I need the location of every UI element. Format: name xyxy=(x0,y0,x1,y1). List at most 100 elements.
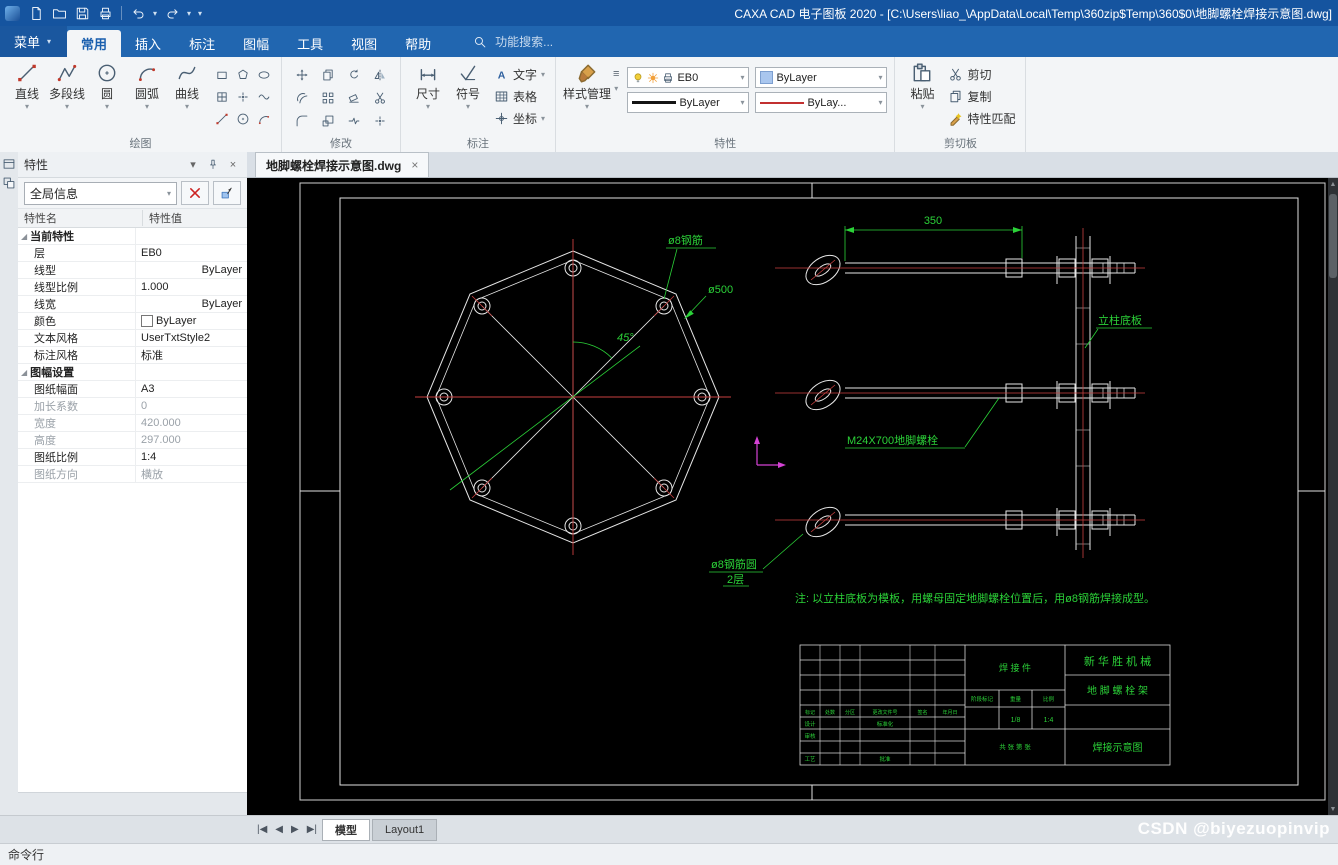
redo-button[interactable] xyxy=(162,3,182,23)
properties-panel-tab-icon[interactable] xyxy=(2,157,16,171)
save-button[interactable] xyxy=(72,3,92,23)
linetype-dropdown[interactable]: ByLayer ▾ xyxy=(627,92,750,113)
command-line-bar[interactable]: 命令行 xyxy=(0,843,1338,865)
construction-line-tool-button[interactable] xyxy=(211,108,232,130)
property-row[interactable]: 图纸幅面 A3 xyxy=(18,381,247,398)
expand-icon[interactable]: ◢ xyxy=(21,232,27,241)
layers-panel-tab-icon[interactable] xyxy=(2,176,16,190)
property-row[interactable]: 宽度 420.000 xyxy=(18,415,247,432)
expand-icon[interactable]: ◢ xyxy=(21,368,27,377)
prev-sheet-button[interactable]: ◀ xyxy=(272,824,286,835)
point-tool-button[interactable] xyxy=(232,86,253,108)
property-row[interactable]: 颜色 ByLayer xyxy=(18,313,247,330)
vertical-scrollbar[interactable]: ▲ ▼ xyxy=(1328,178,1338,815)
options-dropdown-icon[interactable]: ▾ xyxy=(614,85,618,93)
scroll-down-icon[interactable]: ▼ xyxy=(1328,803,1338,815)
search-input[interactable] xyxy=(493,33,618,50)
dimension-tool-button[interactable]: 尺寸 ▾ xyxy=(408,60,448,111)
property-row[interactable]: ◢ 当前特性 xyxy=(18,228,247,245)
list-icon[interactable]: ≡ xyxy=(613,68,619,80)
arc-tool-button[interactable]: 圆弧 ▾ xyxy=(127,60,167,111)
mirror-tool-button[interactable] xyxy=(367,63,393,86)
document-tab[interactable]: 地脚螺栓焊接示意图.dwg × xyxy=(255,152,430,177)
tab-insert[interactable]: 插入 xyxy=(121,30,175,57)
new-document-button[interactable] xyxy=(26,3,46,23)
erase-tool-button[interactable] xyxy=(341,86,367,109)
break-tool-button[interactable] xyxy=(341,109,367,132)
wave-curve-tool-button[interactable] xyxy=(253,86,274,108)
match-properties-button[interactable]: 特性匹配 xyxy=(945,108,1018,128)
pick-objects-button[interactable] xyxy=(213,181,241,205)
layout1-tab[interactable]: Layout1 xyxy=(372,818,438,841)
spline-tool-button[interactable]: 曲线 ▾ xyxy=(167,60,207,111)
style-manager-button[interactable]: 样式管理 ▾ xyxy=(563,60,611,111)
color-dropdown[interactable]: ByLayer ▾ xyxy=(755,67,888,88)
print-button[interactable] xyxy=(95,3,115,23)
cad-drawing[interactable]: ø8钢筋 ø500 45° 350 立柱底板 M24X700地脚螺栓 ø8钢筋圆… xyxy=(247,178,1328,815)
last-sheet-button[interactable]: ▶| xyxy=(304,824,320,835)
circle-tool-button[interactable]: 圆 ▾ xyxy=(87,60,127,111)
tab-sheet[interactable]: 图幅 xyxy=(229,30,283,57)
layer-dropdown[interactable]: EB0 ▾ xyxy=(627,67,750,88)
ellipse-tool-button[interactable] xyxy=(253,64,274,86)
trim-tool-button[interactable] xyxy=(367,86,393,109)
tab-view[interactable]: 视图 xyxy=(337,30,391,57)
small-arc-tool-button[interactable] xyxy=(253,108,274,130)
copy-tool-button[interactable] xyxy=(315,63,341,86)
table-tool-button[interactable]: 表格 xyxy=(491,86,548,106)
property-row[interactable]: 高度 297.000 xyxy=(18,432,247,449)
undo-button[interactable] xyxy=(128,3,148,23)
polyline-tool-button[interactable]: 多段线 ▾ xyxy=(47,60,87,111)
scroll-up-icon[interactable]: ▲ xyxy=(1328,178,1338,190)
property-row[interactable]: 图纸比例 1:4 xyxy=(18,449,247,466)
polygon-tool-button[interactable] xyxy=(232,64,253,86)
property-row[interactable]: 图纸方向 横放 xyxy=(18,466,247,483)
rectangle-tool-button[interactable] xyxy=(211,64,232,86)
customize-toolbar-icon[interactable]: ▾ xyxy=(196,9,204,18)
property-row[interactable]: ◢ 图幅设置 xyxy=(18,364,247,381)
hatch-tool-button[interactable] xyxy=(211,86,232,108)
open-document-button[interactable] xyxy=(49,3,69,23)
property-row[interactable]: 标注风格 标准 xyxy=(18,347,247,364)
redo-dropdown-icon[interactable]: ▾ xyxy=(185,9,193,18)
small-circle-tool-button[interactable] xyxy=(232,108,253,130)
cut-button[interactable]: 剪切 xyxy=(945,64,1018,84)
scale-tool-button[interactable] xyxy=(315,109,341,132)
scrollbar-thumb[interactable] xyxy=(1329,194,1337,278)
pin-icon[interactable] xyxy=(205,157,221,173)
first-sheet-button[interactable]: |◀ xyxy=(254,824,270,835)
property-row[interactable]: 线型比例 1.000 xyxy=(18,279,247,296)
main-menu-button[interactable]: 菜单 ▾ xyxy=(0,26,68,57)
rotate-tool-button[interactable] xyxy=(341,63,367,86)
model-tab[interactable]: 模型 xyxy=(322,818,370,841)
array-tool-button[interactable] xyxy=(315,86,341,109)
line-tool-button[interactable]: 直线 ▾ xyxy=(7,60,47,111)
next-sheet-button[interactable]: ▶ xyxy=(288,824,302,835)
property-row[interactable]: 加长系数 0 xyxy=(18,398,247,415)
paste-button[interactable]: 粘贴 ▾ xyxy=(902,60,942,111)
clear-selection-button[interactable] xyxy=(181,181,209,205)
move-tool-button[interactable] xyxy=(289,63,315,86)
tab-tools[interactable]: 工具 xyxy=(283,30,337,57)
close-panel-icon[interactable]: × xyxy=(225,157,241,173)
fillet-tool-button[interactable] xyxy=(289,109,315,132)
property-row[interactable]: 文本风格 UserTxtStyle2 xyxy=(18,330,247,347)
close-document-icon[interactable]: × xyxy=(411,158,418,172)
property-row[interactable]: 层 EB0 xyxy=(18,245,247,262)
edit-point-tool-button[interactable] xyxy=(367,109,393,132)
undo-dropdown-icon[interactable]: ▾ xyxy=(151,9,159,18)
drawing-canvas[interactable]: ø8钢筋 ø500 45° 350 立柱底板 M24X700地脚螺栓 ø8钢筋圆… xyxy=(247,178,1338,815)
copy-button[interactable]: 复制 xyxy=(945,86,1018,106)
scope-select[interactable]: 全局信息 ▾ xyxy=(24,181,177,205)
text-tool-button[interactable]: 文字 ▾ xyxy=(491,64,548,84)
app-icon[interactable] xyxy=(5,5,20,21)
offset-tool-button[interactable] xyxy=(289,86,315,109)
coordinate-tool-button[interactable]: 坐标 ▾ xyxy=(491,108,548,128)
property-row[interactable]: 线型 ByLayer xyxy=(18,262,247,279)
tab-annotate[interactable]: 标注 xyxy=(175,30,229,57)
tab-help[interactable]: 帮助 xyxy=(391,30,445,57)
linewidth-dropdown[interactable]: ByLay... ▾ xyxy=(755,92,888,113)
symbol-tool-button[interactable]: 符号 ▾ xyxy=(448,60,488,111)
tab-home[interactable]: 常用 xyxy=(67,30,122,57)
property-row[interactable]: 线宽 ByLayer xyxy=(18,296,247,313)
